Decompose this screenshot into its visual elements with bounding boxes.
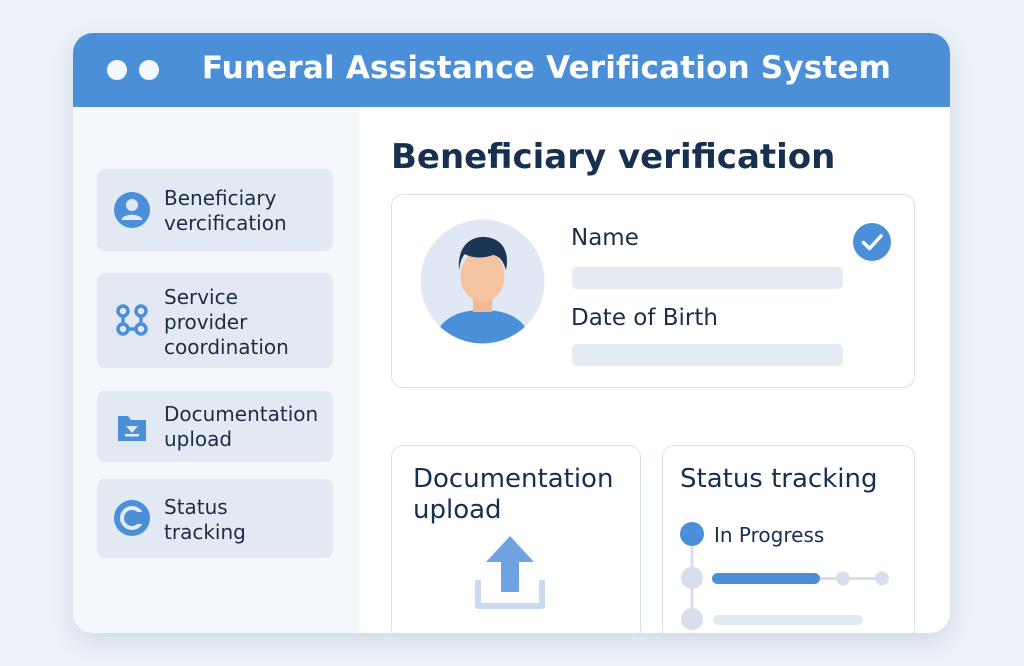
documentation-upload-card[interactable]: Documentation upload bbox=[391, 445, 641, 633]
app-window: Funeral Assistance Verification System B… bbox=[73, 33, 950, 633]
status-ring-icon bbox=[114, 500, 150, 536]
main-panel: Beneficiary verification Name Date of Bi… bbox=[359, 107, 950, 633]
status-current-step: In Progress bbox=[714, 523, 825, 547]
sidebar-item-documentation-upload[interactable]: Documentation upload bbox=[97, 391, 333, 462]
name-field[interactable] bbox=[572, 267, 843, 289]
sidebar: Beneficiary vercification Service provid… bbox=[73, 107, 359, 633]
folder-download-icon bbox=[118, 416, 146, 441]
app-title: Funeral Assistance Verification System bbox=[201, 50, 892, 86]
sidebar-item-beneficiary-verification[interactable]: Beneficiary vercification bbox=[97, 169, 333, 251]
sidebar-item-label: Documentation upload bbox=[164, 402, 319, 451]
status-tracking-title: Status tracking bbox=[680, 464, 878, 494]
sidebar-item-label: Service provider coordination bbox=[164, 285, 289, 359]
documentation-upload-title: Documentation upload bbox=[413, 464, 614, 525]
date-of-birth-field[interactable] bbox=[572, 344, 843, 366]
avatar bbox=[420, 219, 545, 344]
beneficiary-profile-card: Name Date of Birth bbox=[391, 194, 915, 388]
user-icon bbox=[114, 192, 150, 228]
network-icon bbox=[116, 304, 148, 336]
status-tracking-card: Status tracking In Progress bbox=[662, 445, 915, 633]
name-label: Name bbox=[571, 225, 639, 251]
title-bar: Funeral Assistance Verification System bbox=[73, 33, 950, 107]
date-of-birth-label: Date of Birth bbox=[571, 305, 718, 331]
page-title: Beneficiary verification bbox=[391, 137, 836, 177]
sidebar-item-service-provider-coordination[interactable]: Service provider coordination bbox=[97, 273, 333, 368]
sidebar-item-label: Status tracking bbox=[164, 495, 246, 544]
sidebar-item-label: Beneficiary vercification bbox=[164, 186, 287, 235]
upload-icon[interactable] bbox=[474, 534, 546, 614]
verified-check-icon bbox=[853, 223, 891, 261]
sidebar-item-status-tracking[interactable]: Status tracking bbox=[97, 479, 333, 558]
